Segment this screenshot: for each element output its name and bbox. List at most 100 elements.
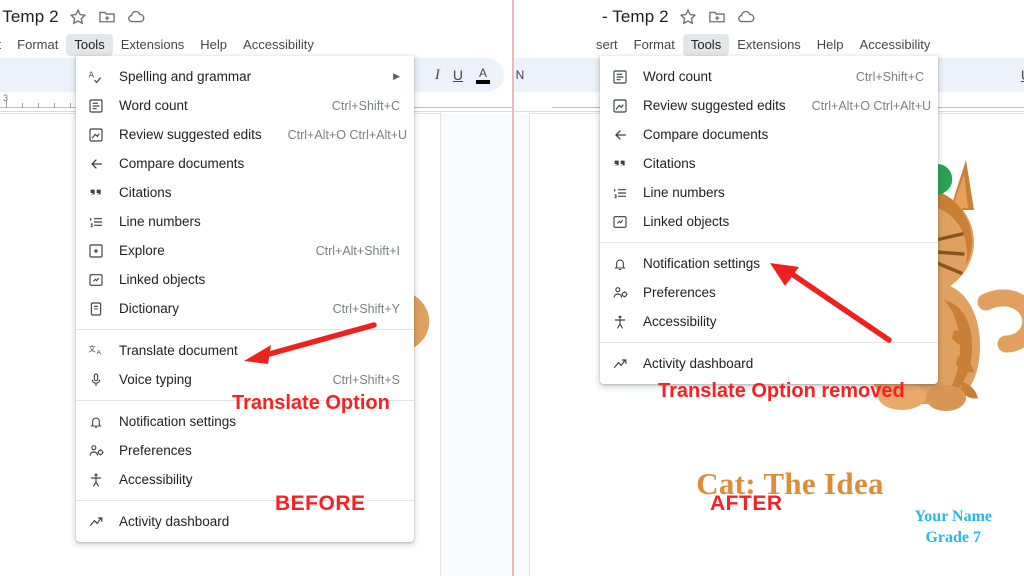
document-title[interactable]: - Temp 2 (0, 7, 59, 27)
menu-item-label: Dictionary (119, 301, 180, 316)
review-edits-icon (612, 97, 634, 115)
menu-item-word-count[interactable]: Word count Ctrl+Shift+C (600, 62, 938, 91)
cloud-saved-icon[interactable] (126, 7, 146, 27)
menu-item-label: Word count (119, 98, 188, 113)
notification-bell-icon (612, 255, 634, 273)
menu-item-activity-dashboard[interactable]: Activity dashboard (600, 349, 938, 378)
menu-item-dictionary[interactable]: Dictionary Ctrl+Shift+Y (76, 294, 414, 323)
menu-format[interactable]: Format (626, 34, 683, 56)
menu-item-linked-objects[interactable]: Linked objects (76, 265, 414, 294)
activity-dashboard-icon (88, 513, 110, 531)
docs-window-before: - Temp 2 ert Format Tools Extensions Hel… (0, 0, 512, 576)
menu-extensions[interactable]: Extensions (729, 34, 809, 56)
menu-item-label: Word count (643, 69, 712, 84)
after-panel: - Temp 2 sert Format Tools Extensions He… (512, 0, 1024, 576)
callout-arrow-before (244, 322, 377, 364)
menu-accessibility[interactable]: Accessibility (235, 34, 322, 56)
svg-text:A: A (89, 70, 95, 79)
menu-tools[interactable]: Tools (682, 34, 730, 56)
chevron-right-icon: ▶ (393, 71, 400, 81)
document-title[interactable]: - Temp 2 (602, 7, 669, 27)
menu-item-line-numbers[interactable]: Line numbers (76, 207, 414, 236)
stage-label-after: AFTER (710, 492, 783, 515)
menubar: ert Format Tools Extensions Help Accessi… (0, 34, 512, 56)
citations-icon (88, 184, 110, 202)
menu-item-shortcut: Ctrl+Shift+S (332, 372, 400, 387)
menu-item-label: Compare documents (119, 156, 245, 171)
move-to-folder-icon[interactable] (707, 7, 727, 27)
paragraph-style-select[interactable]: N (514, 66, 528, 84)
text-color-button[interactable]: A (472, 65, 494, 86)
menu-item-label: Citations (119, 185, 172, 200)
menu-item-preferences[interactable]: Preferences (76, 436, 414, 465)
menu-item-review-suggested-edits[interactable]: Review suggested edits Ctrl+Alt+O Ctrl+A… (600, 91, 938, 120)
preferences-icon (88, 442, 110, 460)
star-icon[interactable] (678, 7, 698, 27)
spelling-icon: A (88, 68, 110, 86)
move-to-folder-icon[interactable] (97, 7, 117, 27)
menu-item-citations[interactable]: Citations (600, 149, 938, 178)
titlebar: - Temp 2 (514, 0, 1024, 34)
document-byline: Your Name Grade 7 (915, 506, 992, 548)
word-count-icon (612, 68, 634, 86)
underline-button[interactable]: U (449, 65, 467, 85)
menu-insert[interactable]: ert (0, 34, 9, 56)
menu-item-label: Notification settings (119, 414, 237, 429)
menu-item-citations[interactable]: Citations (76, 178, 414, 207)
menu-help[interactable]: Help (192, 34, 235, 56)
menu-item-shortcut: Ctrl+Alt+O Ctrl+Alt+U (811, 98, 932, 113)
menu-item-compare-documents[interactable]: Compare documents (76, 149, 414, 178)
stage-label-before: BEFORE (275, 492, 366, 515)
citations-icon (612, 155, 634, 173)
svg-text:A: A (97, 349, 102, 356)
menu-item-spelling-and-grammar[interactable]: A Spelling and grammar ▶ (76, 62, 414, 91)
menu-item-label: Accessibility (643, 314, 717, 329)
menu-item-shortcut: Ctrl+Alt+O Ctrl+Alt+U (287, 127, 408, 142)
line-numbers-icon (612, 184, 634, 202)
compare-documents-icon (612, 126, 634, 144)
menu-item-label: Preferences (119, 443, 192, 458)
menu-item-label: Line numbers (119, 214, 201, 229)
cloud-saved-icon[interactable] (736, 7, 756, 27)
menu-item-word-count[interactable]: Word count Ctrl+Shift+C (76, 91, 414, 120)
menu-item-linked-objects[interactable]: Linked objects (600, 207, 938, 236)
callout-text-before: Translate Option (232, 392, 390, 414)
menu-format[interactable]: Format (9, 34, 66, 56)
menu-divider (600, 242, 938, 243)
menu-item-line-numbers[interactable]: Line numbers (600, 178, 938, 207)
menu-item-shortcut: Ctrl+Shift+C (855, 69, 924, 84)
grade-level: Grade 7 (925, 529, 982, 546)
menu-item-label: Notification settings (643, 256, 761, 271)
underline-button[interactable]: U (1017, 65, 1024, 85)
menu-item-label: Preferences (643, 285, 716, 300)
svg-text:文: 文 (89, 344, 97, 353)
callout-arrow-after (770, 263, 892, 343)
activity-dashboard-icon (612, 355, 634, 373)
menu-item-shortcut: Ctrl+Alt+Shift+I (315, 243, 400, 258)
text-color-letter: A (478, 65, 487, 80)
review-edits-icon (88, 126, 110, 144)
menu-help[interactable]: Help (809, 34, 852, 56)
menu-item-label: Linked objects (643, 214, 730, 229)
menu-item-label: Compare documents (643, 127, 769, 142)
word-count-icon (88, 97, 110, 115)
menu-tools[interactable]: Tools (66, 34, 113, 56)
menubar: sert Format Tools Extensions Help Access… (514, 34, 1024, 56)
line-numbers-icon (88, 213, 110, 231)
menu-item-label: Activity dashboard (643, 356, 754, 371)
star-icon[interactable] (68, 7, 88, 27)
menu-item-label: Voice typing (119, 372, 192, 387)
compare-documents-icon (88, 155, 110, 173)
italic-button[interactable]: I (431, 65, 444, 86)
tools-dropdown-before[interactable]: A Spelling and grammar ▶ Word count Ctrl… (76, 56, 414, 542)
menu-extensions[interactable]: Extensions (113, 34, 193, 56)
menu-item-explore[interactable]: Explore Ctrl+Alt+Shift+I (76, 236, 414, 265)
comparison-screenshot: - Temp 2 ert Format Tools Extensions Hel… (0, 0, 1024, 576)
menu-insert[interactable]: sert (588, 34, 626, 56)
menu-item-compare-documents[interactable]: Compare documents (600, 120, 938, 149)
menu-item-label: Line numbers (643, 185, 725, 200)
menu-item-review-suggested-edits[interactable]: Review suggested edits Ctrl+Alt+O Ctrl+A… (76, 120, 414, 149)
menu-item-accessibility[interactable]: Accessibility (76, 465, 414, 494)
dictionary-icon (88, 300, 110, 318)
menu-accessibility[interactable]: Accessibility (852, 34, 939, 56)
